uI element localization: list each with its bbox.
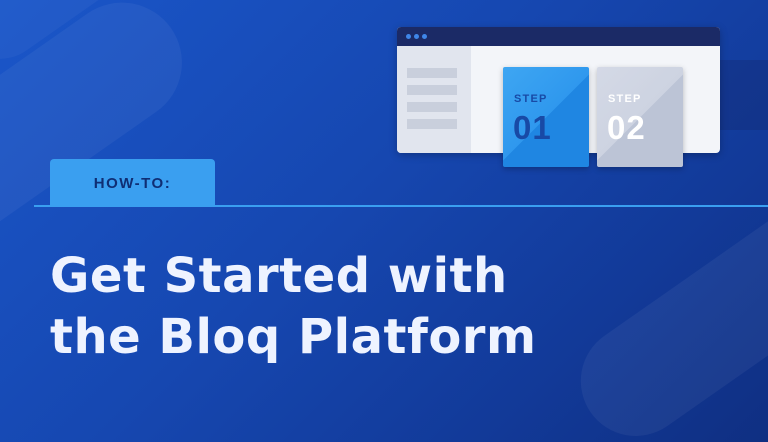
sidebar-placeholder-line bbox=[407, 102, 457, 112]
window-dot-icon bbox=[414, 34, 419, 39]
window-dot-icon bbox=[422, 34, 427, 39]
sidebar-placeholder-line bbox=[407, 68, 457, 78]
step-label: STEP bbox=[514, 93, 548, 105]
window-dot-icon bbox=[406, 34, 411, 39]
window-sidebar bbox=[397, 46, 471, 153]
window-title-bar bbox=[397, 27, 720, 46]
tag-label: HOW-TO: bbox=[93, 174, 172, 192]
page-title: Get Started with the Bloq Platform bbox=[50, 246, 750, 368]
title-line-2: the Bloq Platform bbox=[50, 309, 537, 365]
how-to-tag: HOW-TO: bbox=[50, 159, 215, 207]
step-02-card: STEP 02 bbox=[597, 67, 683, 167]
sidebar-placeholder-line bbox=[407, 85, 457, 95]
step-number: 01 bbox=[513, 109, 552, 146]
hero-banner: STEP 01 STEP 02 HOW-TO: Get Started with… bbox=[0, 0, 768, 442]
step-01-card: STEP 01 bbox=[503, 67, 589, 167]
step-label: STEP bbox=[608, 93, 642, 105]
sidebar-placeholder-line bbox=[407, 119, 457, 129]
divider-line bbox=[34, 205, 768, 207]
step-number: 02 bbox=[607, 109, 646, 146]
title-line-1: Get Started with bbox=[50, 248, 508, 304]
